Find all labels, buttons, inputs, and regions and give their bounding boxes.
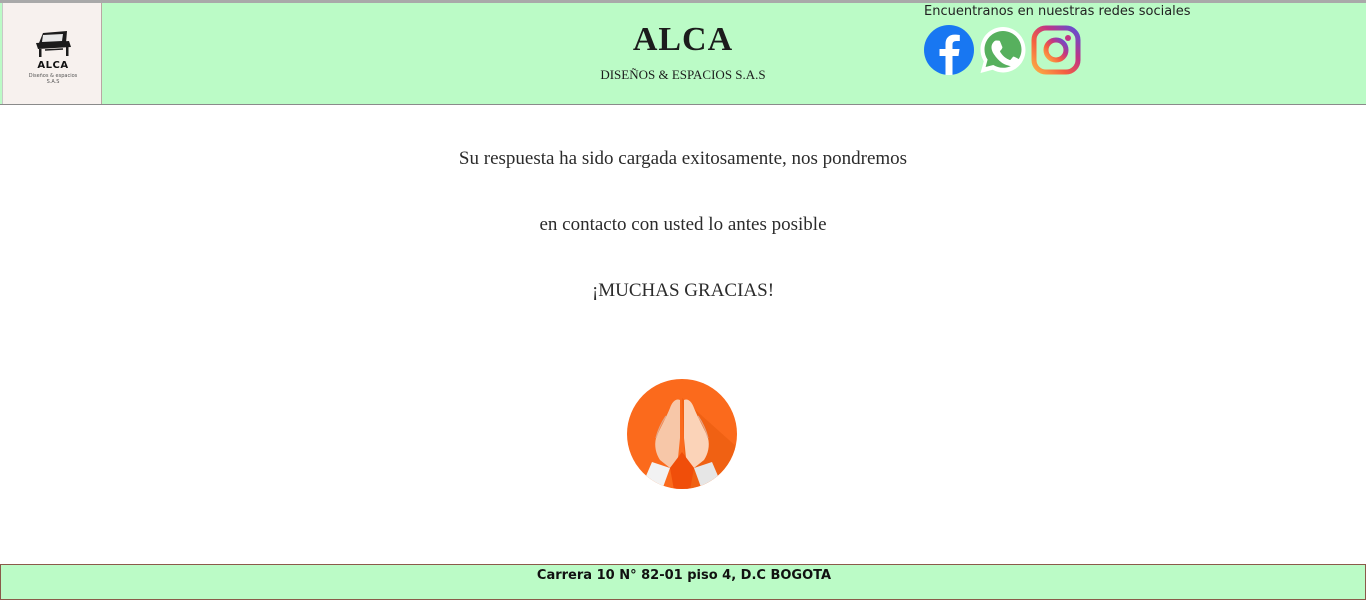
page-subtitle: DISEÑOS & ESPACIOS S.A.S [600,67,766,82]
site-header: ALCA Diseños & espacios S.A.S ALCA DISEÑ… [0,3,1366,105]
instagram-icon[interactable] [1031,25,1081,75]
footer-address: Carrera 10 N° 82-01 piso 4, D.C BOGOTA [536,568,832,583]
site-footer: Carrera 10 N° 82-01 piso 4, D.C BOGOTA [0,564,1366,600]
logo-name: ALCA [37,60,69,71]
success-message-line-1: Su respuesta ha sido cargada exitosament… [458,148,908,169]
facebook-icon[interactable] [924,25,974,75]
success-message-line-2: en contacto con usted lo antes posible [539,214,827,235]
thanks-message: ¡MUCHAS GRACIAS! [591,280,775,301]
social-label: Encuentranos en nuestras redes sociales [924,4,1191,19]
logo-subtitle: Diseños & espacios S.A.S [28,73,78,85]
chair-logo-icon [36,31,71,57]
whatsapp-icon[interactable] [978,25,1028,75]
praying-hands-icon [627,379,737,489]
page-title: ALCA [632,21,734,58]
logo[interactable]: ALCA Diseños & espacios S.A.S [2,3,102,104]
